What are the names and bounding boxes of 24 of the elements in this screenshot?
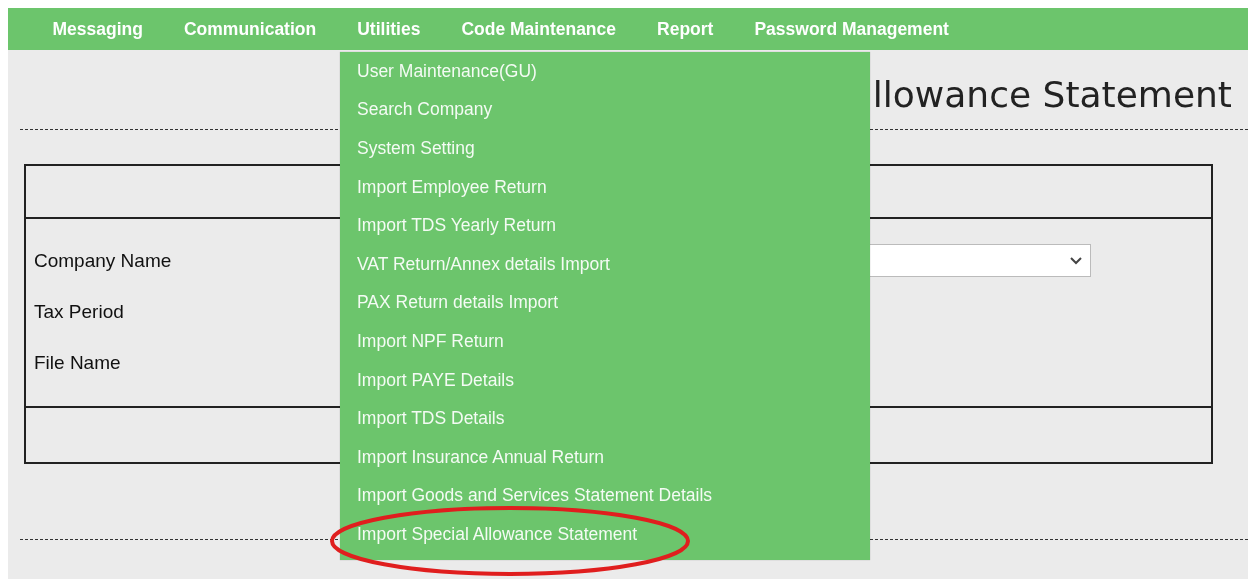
dropdown-item[interactable]: Import Goods and Services Statement Details	[340, 476, 870, 516]
dropdown-item[interactable]: System Setting	[340, 129, 870, 168]
dropdown-item[interactable]: Import TDS Yearly Return	[340, 206, 870, 245]
dropdown-item[interactable]: Import Special Allowance Statement	[340, 515, 870, 554]
dropdown-item[interactable]: Import NPF Return	[340, 322, 870, 361]
dropdown-item[interactable]: Import Insurance Annual Return	[340, 437, 870, 477]
dropdown-item[interactable]: User Maintenance(GU)	[340, 52, 870, 91]
menu-item[interactable]: Communication	[163, 18, 337, 40]
field-label: Company Name	[34, 249, 172, 272]
dropdown-item[interactable]: Import PAYE Details	[340, 360, 870, 400]
dropdown-item[interactable]: VAT Return/Annex details Import	[340, 244, 870, 284]
menu-item[interactable]: Report	[636, 18, 734, 40]
dropdown-item[interactable]: Import Employee Return	[340, 167, 870, 207]
menu-item[interactable]: Code Maintenance	[440, 18, 637, 40]
dropdown-item[interactable]: PAX Return details Import	[340, 283, 870, 323]
menu-item[interactable]: Messaging	[32, 18, 164, 40]
dropdown-item[interactable]: Search Company	[340, 90, 870, 130]
chevron-icon	[1070, 256, 1083, 265]
field-label: File Name	[34, 351, 121, 374]
page-title: llowance Statement	[872, 73, 1232, 115]
field-label: Tax Period	[34, 300, 124, 323]
menu-item[interactable]: Password Management	[733, 18, 970, 40]
menu-item[interactable]: Utilities	[336, 18, 441, 40]
dropdown-item[interactable]: Import TDS Details	[340, 399, 870, 438]
